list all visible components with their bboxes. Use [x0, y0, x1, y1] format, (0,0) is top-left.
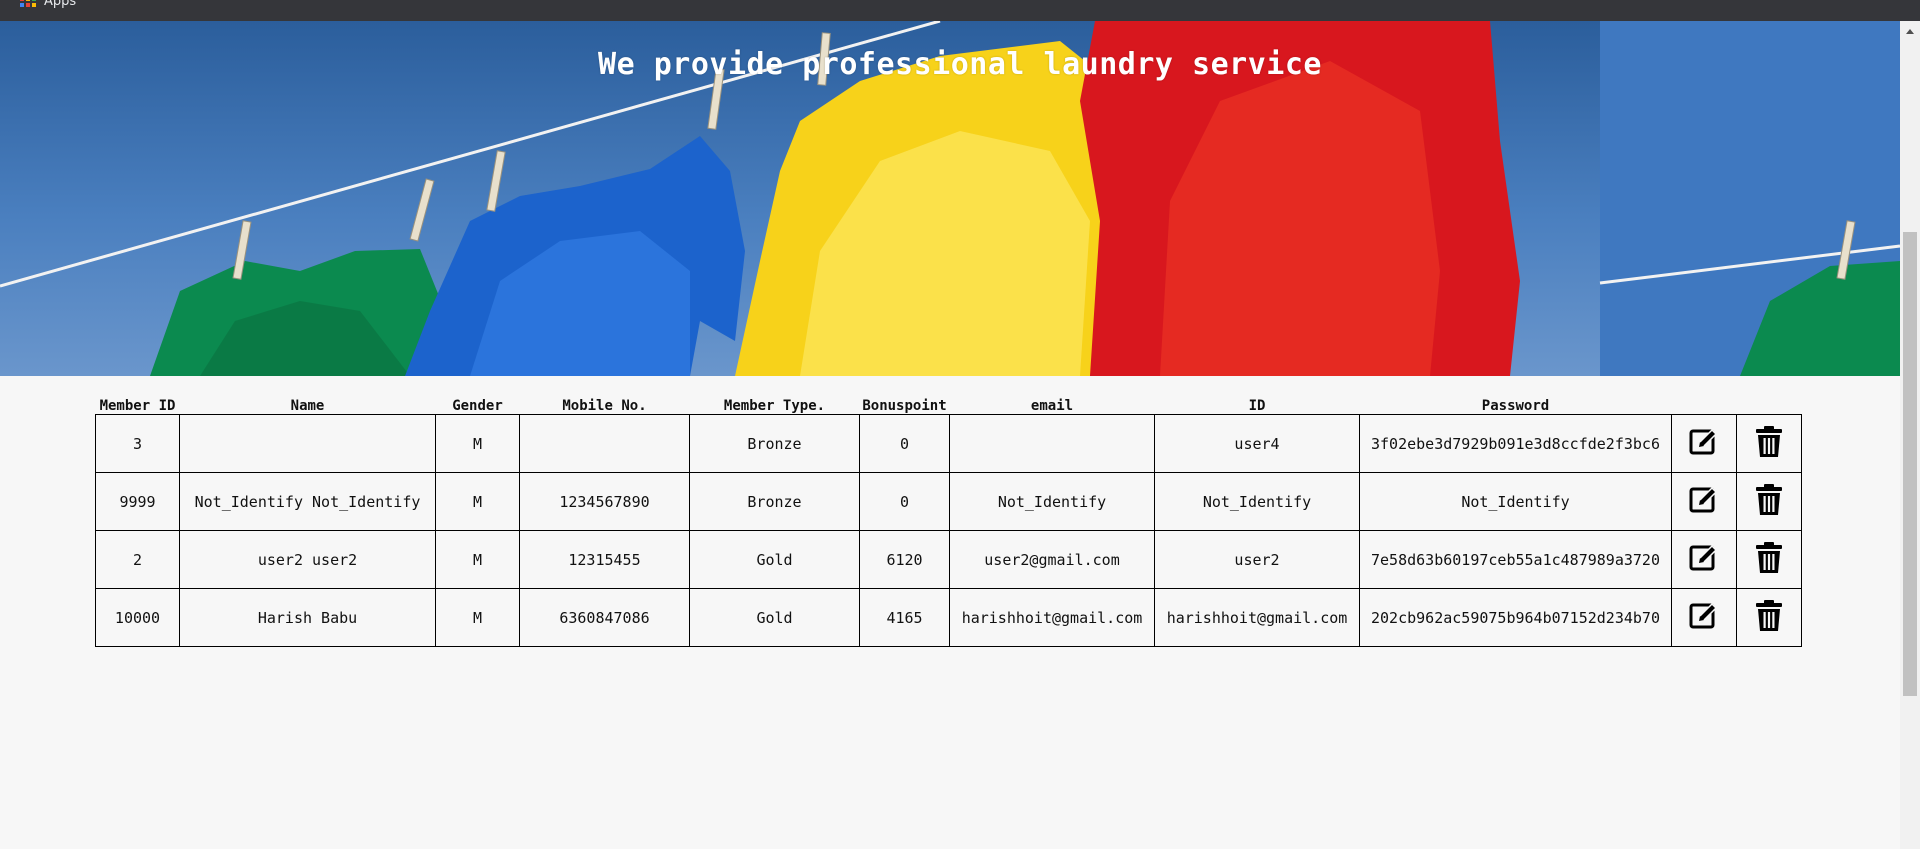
cell-member-type: Bronze	[689, 472, 860, 531]
cell-member-id: 9999	[95, 472, 180, 531]
header-member-id: Member ID	[99, 398, 176, 414]
apps-label: Apps	[44, 0, 77, 9]
hero-title: We provide professional laundry service	[598, 47, 1322, 82]
delete-cell	[1736, 472, 1802, 531]
table-row: 9999 Not_Identify Not_Identify M 1234567890…	[95, 472, 1802, 531]
scroll-thumb[interactable]	[1903, 232, 1917, 696]
cell-email: user2@gmail.com	[949, 530, 1155, 589]
table-header-row: Member ID Name Gender Mobile No. Member …	[96, 394, 1802, 415]
cell-name	[179, 414, 436, 473]
cell-gender: M	[435, 414, 520, 473]
bookmarks-bar: Apps	[0, 0, 1920, 21]
cell-id: user4	[1154, 414, 1360, 473]
cell-name: Harish Babu	[179, 588, 436, 647]
cell-email: harishhoit@gmail.com	[949, 588, 1155, 647]
header-delete	[1737, 394, 1802, 415]
cell-name: Not_Identify Not_Identify	[179, 472, 436, 531]
members-table-container: Member ID Name Gender Mobile No. Member …	[95, 394, 1802, 647]
trash-icon[interactable]	[1755, 425, 1783, 462]
header-mobile: Mobile No.	[562, 398, 647, 414]
cell-email	[949, 414, 1155, 473]
cell-gender: M	[435, 530, 520, 589]
delete-cell	[1736, 414, 1802, 473]
trash-icon[interactable]	[1755, 483, 1783, 520]
cell-gender: M	[435, 588, 520, 647]
table-row: 2 user2 user2 M 12315455 Gold 6120 user2@gmail…	[95, 530, 1802, 589]
cell-member-id: 2	[95, 530, 180, 589]
apps-grid-icon	[20, 0, 36, 7]
cell-mobile	[519, 414, 690, 473]
cell-member-type: Gold	[689, 530, 860, 589]
page-scrollbar[interactable]	[1900, 21, 1920, 849]
scroll-up-arrow-icon[interactable]	[1906, 29, 1914, 34]
cell-mobile: 6360847086	[519, 588, 690, 647]
header-bonuspoint: Bonuspoint	[862, 398, 947, 414]
members-table: Member ID Name Gender Mobile No. Member …	[95, 394, 1802, 647]
edit-cell	[1671, 588, 1737, 647]
cell-password: 7e58d63b60197ceb55a1c487989a3720	[1359, 530, 1672, 589]
cell-member-id: 3	[95, 414, 180, 473]
cell-password: Not_Identify	[1359, 472, 1672, 531]
cell-member-id: 10000	[95, 588, 180, 647]
cell-bonuspoint: 0	[859, 472, 950, 531]
header-edit	[1672, 394, 1737, 415]
delete-cell	[1736, 530, 1802, 589]
cell-gender: M	[435, 472, 520, 531]
edit-icon[interactable]	[1689, 485, 1719, 519]
edit-icon[interactable]	[1689, 543, 1719, 577]
header-gender: Gender	[452, 398, 503, 414]
table-row: 10000 Harish Babu M 6360847086 Gold 4165 haris…	[95, 588, 1802, 647]
edit-cell	[1671, 472, 1737, 531]
header-member-type: Member Type.	[723, 398, 826, 414]
trash-icon[interactable]	[1755, 541, 1783, 578]
cell-name: user2 user2	[179, 530, 436, 589]
edit-icon[interactable]	[1689, 601, 1719, 635]
edit-cell	[1671, 530, 1737, 589]
cell-password: 3f02ebe3d7929b091e3d8ccfde2f3bc6	[1359, 414, 1672, 473]
cell-password: 202cb962ac59075b964b07152d234b70	[1359, 588, 1672, 647]
cell-member-type: Bronze	[689, 414, 860, 473]
header-name: Name	[290, 398, 325, 414]
cell-id: Not_Identify	[1154, 472, 1360, 531]
cell-mobile: 1234567890	[519, 472, 690, 531]
delete-cell	[1736, 588, 1802, 647]
cell-id: user2	[1154, 530, 1360, 589]
cell-bonuspoint: 0	[859, 414, 950, 473]
trash-icon[interactable]	[1755, 599, 1783, 636]
edit-cell	[1671, 414, 1737, 473]
cell-email: Not_Identify	[949, 472, 1155, 531]
header-email: email	[1030, 398, 1074, 414]
header-id: ID	[1248, 398, 1266, 414]
cell-id: harishhoit@gmail.com	[1154, 588, 1360, 647]
hero-banner: We provide professional laundry service	[0, 21, 1920, 376]
cell-bonuspoint: 6120	[859, 530, 950, 589]
cell-member-type: Gold	[689, 588, 860, 647]
apps-shortcut[interactable]: Apps	[20, 0, 76, 9]
cell-bonuspoint: 4165	[859, 588, 950, 647]
cell-mobile: 12315455	[519, 530, 690, 589]
table-row: 3 M Bronze 0 user4 3f02ebe3d7929b091e3d8ccfde…	[95, 414, 1802, 473]
header-password: Password	[1481, 398, 1550, 414]
edit-icon[interactable]	[1689, 427, 1719, 461]
